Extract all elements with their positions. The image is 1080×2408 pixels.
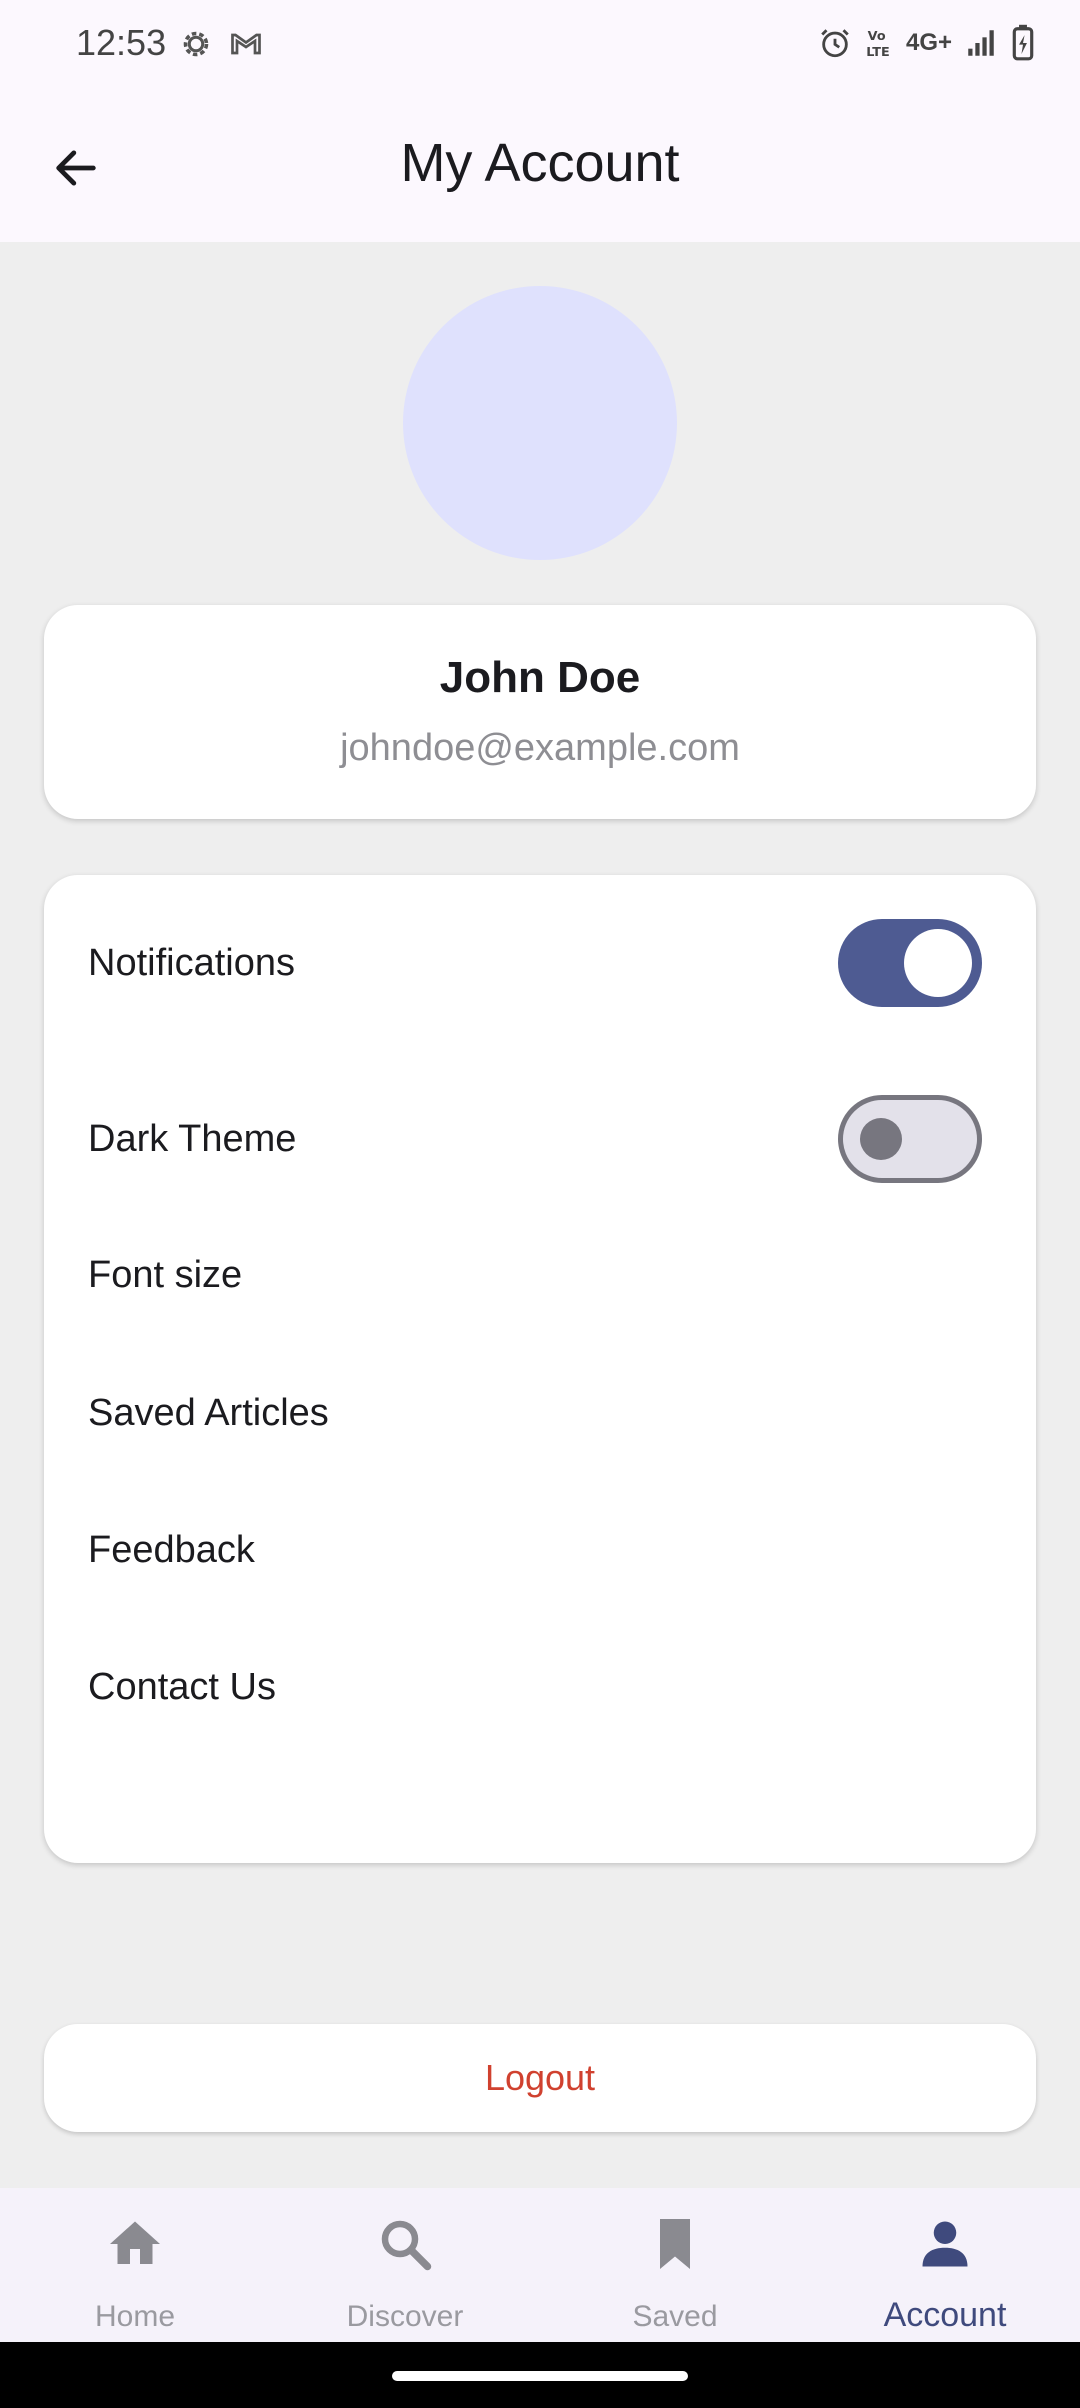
setting-label: Dark Theme — [88, 1117, 297, 1160]
svg-text:LTE: LTE — [866, 45, 889, 60]
gmail-icon — [228, 26, 264, 67]
4g-plus-icon: 4G+ — [905, 29, 952, 56]
setting-label: Saved Articles — [88, 1391, 329, 1434]
notifications-switch[interactable] — [838, 919, 982, 1007]
bookmark-icon — [645, 2214, 705, 2279]
nav-item-home[interactable]: Home — [0, 2188, 270, 2342]
alarm-icon — [818, 26, 852, 60]
setting-row-notifications[interactable]: Notifications — [44, 908, 1036, 1018]
nav-label: Saved — [632, 2300, 718, 2333]
status-right-icons: Vo LTE 4G+ — [818, 24, 1036, 62]
system-gesture-area — [0, 2342, 1080, 2408]
gesture-handle[interactable] — [392, 2371, 688, 2381]
nav-item-discover[interactable]: Discover — [270, 2188, 540, 2342]
setting-row-feedback[interactable]: Feedback — [44, 1495, 1036, 1605]
setting-row-dark-theme[interactable]: Dark Theme — [44, 1084, 1036, 1194]
svg-text:Vo: Vo — [868, 29, 886, 44]
setting-label: Font size — [88, 1253, 243, 1296]
settings-icon — [178, 26, 214, 67]
home-icon — [105, 2214, 165, 2279]
avatar — [403, 286, 677, 560]
bottom-navigation: Home Discover Saved Account — [0, 2188, 1080, 2342]
switch-thumb — [904, 929, 972, 997]
profile-name: John Doe — [439, 653, 641, 702]
setting-label: Feedback — [88, 1528, 255, 1571]
nav-item-account[interactable]: Account — [810, 2188, 1080, 2342]
dark-theme-switch[interactable] — [838, 1095, 982, 1183]
nav-label: Discover — [346, 2300, 464, 2333]
battery-charging-icon — [1010, 24, 1036, 62]
status-left-icons — [178, 26, 264, 67]
switch-thumb — [860, 1118, 902, 1160]
nav-label: Account — [883, 2296, 1007, 2334]
search-icon — [375, 2214, 435, 2279]
setting-label: Notifications — [88, 941, 295, 984]
status-time: 12:53 — [76, 22, 167, 63]
setting-row-contact-us[interactable]: Contact Us — [44, 1632, 1036, 1742]
page-title: My Account — [400, 133, 680, 193]
signal-icon — [964, 26, 998, 60]
status-bar: 12:53 Vo LTE 4G+ — [0, 0, 1080, 88]
profile-card: John Doe johndoe@example.com — [44, 605, 1036, 819]
setting-row-saved-articles[interactable]: Saved Articles — [44, 1358, 1036, 1468]
setting-label: Contact Us — [88, 1665, 276, 1708]
person-icon — [915, 2214, 975, 2279]
logout-button[interactable]: Logout — [44, 2024, 1036, 2132]
top-app-bar: My Account — [0, 88, 1080, 242]
nav-item-saved[interactable]: Saved — [540, 2188, 810, 2342]
nav-label: Home — [94, 2300, 176, 2333]
profile-email: johndoe@example.com — [340, 727, 740, 769]
volte-icon: Vo LTE — [864, 26, 894, 60]
setting-row-font-size[interactable]: Font size — [44, 1220, 1036, 1330]
settings-card: Notifications Dark Theme Font size Saved… — [44, 875, 1036, 1863]
